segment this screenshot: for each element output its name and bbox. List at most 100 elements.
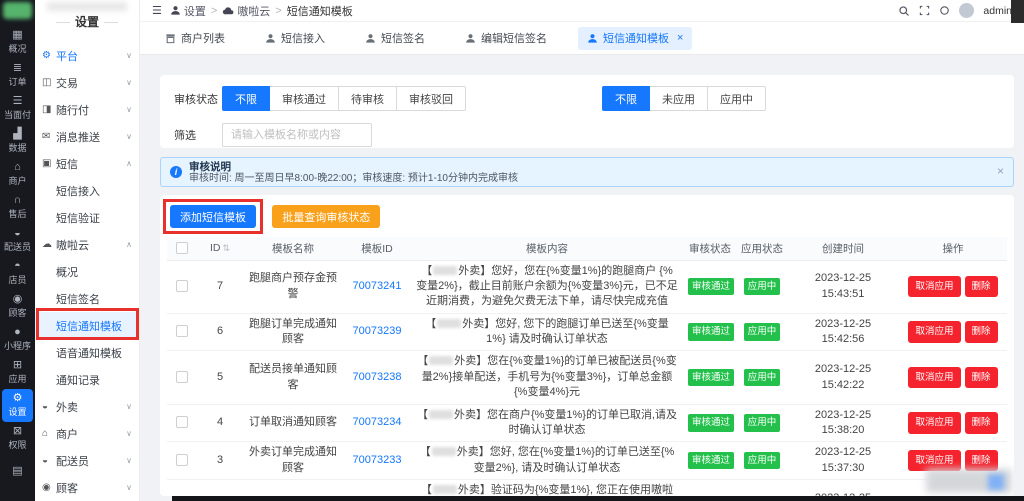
add-template-button[interactable]: 添加短信模板	[170, 205, 256, 228]
rail-item-permission[interactable]: ⊠ 权限	[0, 422, 35, 455]
sidebar-item-trade[interactable]: ◫ 交易 ∨	[35, 69, 139, 96]
cancel-apply-button[interactable]: 取消应用	[908, 321, 961, 343]
rail-item-apps[interactable]: ⊞ 应用	[0, 356, 35, 389]
tab-sms-template[interactable]: 短信通知模板 ×	[578, 26, 693, 50]
delete-button[interactable]: 删除	[964, 366, 998, 389]
breadcrumb-item[interactable]: 设置	[170, 3, 206, 19]
refresh-circle-icon[interactable]	[939, 5, 950, 16]
topbar: ☰ 设置 > 嗷啦云 > 短信通知模板 admin	[140, 0, 1024, 22]
row-checkbox[interactable]	[176, 416, 188, 429]
sidebar-item-customer[interactable]: ◉ 顾客 ∨	[35, 474, 139, 501]
sidebar-item-suixingpay[interactable]: ◨ 随行付 ∨	[35, 96, 139, 123]
sidebar-item-courier[interactable]: ◒ 配送员 ∨	[35, 447, 139, 474]
batch-query-review-button[interactable]: 批量查询审核状态	[272, 205, 381, 228]
tab-close-icon[interactable]: ×	[677, 32, 683, 44]
template-id-link[interactable]: 70073238	[353, 371, 402, 383]
status-option-审核驳回[interactable]: 审核驳回	[396, 86, 466, 111]
column-header-模板名称: 模板名称	[243, 237, 343, 261]
sidebar-item-sms-access[interactable]: 短信接入	[35, 177, 139, 204]
rail-item-miniprogram[interactable]: ● 小程序	[0, 323, 35, 356]
rail-item-f2f-pay[interactable]: ☰ 当面付	[0, 92, 35, 125]
rail-item-label: 数据	[8, 143, 27, 153]
rail-item-courier[interactable]: ◒ 配送员	[0, 224, 35, 257]
cell-apply-status: 应用中	[737, 313, 787, 352]
fullscreen-icon[interactable]	[919, 5, 930, 16]
sidebar-item-sms-template[interactable]: 短信通知模板	[35, 312, 139, 339]
apply-option-未应用[interactable]: 未应用	[649, 86, 708, 111]
apply-option-不限[interactable]: 不限	[602, 86, 650, 111]
window-corner	[1011, 0, 1024, 23]
cloud-icon	[222, 5, 234, 17]
rail-item-overview[interactable]: ▦ 概况	[0, 26, 35, 59]
search-icon[interactable]	[898, 5, 910, 17]
column-header-模板ID: 模板ID	[343, 237, 411, 261]
breadcrumb-item[interactable]: 短信通知模板	[287, 3, 353, 19]
sidebar-item-aola-cloud[interactable]: ☁ 嗷啦云 ∧	[35, 231, 139, 258]
apply-option-应用中[interactable]: 应用中	[707, 86, 766, 111]
avatar[interactable]	[959, 3, 975, 18]
sidebar-item-sms[interactable]: ▣ 短信 ∧	[35, 150, 139, 177]
cell-id: 5	[197, 350, 243, 405]
delete-button[interactable]: 删除	[964, 321, 998, 343]
rail-item-clerk[interactable]: ◓ 店员	[0, 257, 35, 290]
rail-item-data[interactable]: ▟ 数据	[0, 125, 35, 158]
rail-item-merchant[interactable]: ⌂ 商户	[0, 158, 35, 191]
sidebar-item-merchant[interactable]: ⌂ 商户 ∨	[35, 420, 139, 447]
status-option-审核通过[interactable]: 审核通过	[269, 86, 339, 111]
sidebar-item-sms-signature[interactable]: 短信签名	[35, 285, 139, 312]
row-checkbox[interactable]	[176, 325, 188, 338]
cell-created-time: 2023-12-25 15:38:20	[787, 404, 899, 443]
template-id-link[interactable]: 70073241	[353, 280, 402, 292]
breadcrumb-item[interactable]: 嗷啦云	[222, 3, 270, 19]
cancel-apply-button[interactable]: 取消应用	[908, 366, 961, 389]
bottom-screen-edge	[172, 496, 1024, 501]
menu-fold-icon[interactable]: ☰	[152, 4, 162, 17]
redacted-brand	[433, 265, 458, 275]
rail-item-customer[interactable]: ◉ 顾客	[0, 290, 35, 323]
status-option-待审核[interactable]: 待审核	[338, 86, 397, 111]
username[interactable]: admin	[983, 5, 1012, 17]
delete-button[interactable]: 删除	[964, 412, 998, 434]
row-checkbox[interactable]	[176, 454, 188, 467]
row-checkbox[interactable]	[176, 370, 188, 383]
sidebar-item-message-push[interactable]: ✉ 消息推送 ∨	[35, 123, 139, 150]
rail-item-settings[interactable]: ⚙ 设置	[2, 389, 33, 422]
sidebar-item-sms-verify[interactable]: 短信验证	[35, 204, 139, 231]
alert-close-icon[interactable]: ×	[997, 165, 1004, 177]
cell-apply-status: 应用中	[737, 479, 787, 496]
delete-button[interactable]: 删除	[964, 275, 998, 298]
sidebar-item-label: 短信通知模板	[56, 320, 122, 333]
annotation-box-add-button: 添加短信模板	[163, 199, 263, 234]
user-icon	[265, 33, 276, 44]
column-header-label: 模板ID	[361, 242, 393, 255]
content-body: 您在商户{%变量1%}的订单已取消,请及时确认订单状态	[486, 408, 678, 437]
cell-checkbox	[167, 404, 197, 443]
tab-sms-access[interactable]: 短信接入	[256, 27, 334, 50]
sidebar-item-takeout[interactable]: ◒ 外卖 ∨	[35, 393, 139, 420]
status-option-不限[interactable]: 不限	[222, 86, 270, 111]
courier-icon: ◒	[14, 227, 21, 239]
cell-id: 6	[197, 313, 243, 352]
row-checkbox[interactable]	[176, 279, 188, 292]
header-checkbox[interactable]	[176, 242, 188, 255]
template-id-link[interactable]: 70073239	[353, 325, 402, 337]
template-id-link[interactable]: 70073234	[353, 416, 402, 428]
sidebar-item-cloud-overview[interactable]: 概况	[35, 258, 139, 285]
rail-item-aftersale[interactable]: ∩ 售后	[0, 191, 35, 224]
cancel-apply-button[interactable]: 取消应用	[908, 412, 961, 434]
sidebar-item-platform[interactable]: ⚙ 平台 ∨	[35, 42, 139, 69]
sidebar-item-voice-template[interactable]: 语音通知模板	[35, 339, 139, 366]
template-id-link[interactable]: 70073233	[353, 454, 402, 466]
rail-item-orders[interactable]: ≣ 订单	[0, 59, 35, 92]
sidebar-item-notify-log[interactable]: 通知记录	[35, 366, 139, 393]
sort-icon[interactable]: ⇅	[222, 243, 230, 253]
apply-status-badge: 应用中	[743, 414, 781, 432]
sidebar-item-label: 语音通知模板	[56, 347, 122, 360]
tab-edit-sms-signature[interactable]: 编辑短信签名	[456, 27, 556, 50]
apply-status-badge: 应用中	[743, 323, 781, 341]
tab-merchant-list[interactable]: 商户列表	[156, 27, 234, 50]
cancel-apply-button[interactable]: 取消应用	[908, 275, 961, 298]
tab-sms-signature[interactable]: 短信签名	[356, 27, 434, 50]
template-search-input[interactable]	[222, 122, 372, 147]
rail-item-docs[interactable]: ▤	[0, 455, 35, 488]
